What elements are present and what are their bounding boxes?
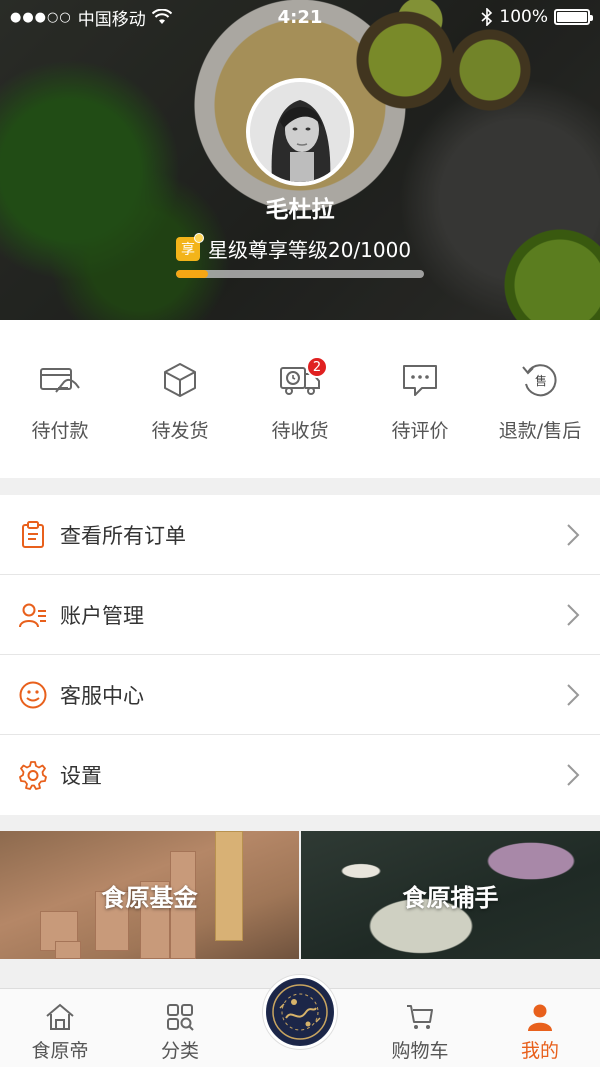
menu-label: 设置 — [60, 764, 102, 788]
cart-icon — [407, 1005, 433, 1029]
banner-hunter[interactable]: 食原捕手 — [301, 831, 600, 959]
order-pending-receipt[interactable]: 2 待收货 — [240, 320, 360, 478]
center-logo-icon — [267, 979, 333, 1045]
avatar[interactable] — [246, 78, 354, 186]
chevron-right-icon — [567, 764, 580, 786]
signal-icon: ●●●○○ — [10, 9, 72, 25]
unread-count-badge: 2 — [306, 356, 328, 378]
order-pending-review[interactable]: 待评价 — [360, 320, 480, 478]
order-shortcuts: 待付款 待发货 2 待收货 待评价 售 退款/售后 — [0, 320, 600, 478]
member-level[interactable]: 享 星级尊享等级20/1000 — [176, 232, 412, 263]
comment-bubble-icon — [403, 365, 437, 396]
after-sale-icon: 售 — [522, 364, 557, 397]
banner-title: 食原捕手 — [402, 883, 499, 912]
clipboard-icon — [22, 520, 44, 548]
bluetooth-icon — [481, 8, 493, 26]
chevron-right-icon — [567, 524, 580, 546]
order-after-sale[interactable]: 售 退款/售后 — [480, 320, 600, 478]
account-user-icon — [19, 603, 46, 627]
gear-icon — [19, 761, 47, 790]
order-label: 待付款 — [31, 420, 89, 442]
menu-account-management[interactable]: 账户管理 — [0, 575, 600, 655]
bottom-tab-bar: 食原帝 分类 购物车 我的 — [0, 975, 600, 1067]
center-logo-button[interactable] — [263, 975, 337, 1049]
level-badge-icon: 享 — [176, 232, 204, 261]
card-payment-icon — [40, 368, 80, 393]
tab-home[interactable]: 食原帝 — [0, 989, 120, 1067]
profile-header: ●●●○○ 中国移动 4:21 100% 毛杜拉 享 星级尊享等级20/1000 — [0, 0, 600, 320]
level-progress-bar — [176, 270, 424, 278]
battery-percent: 100% — [499, 7, 548, 27]
order-label: 待收货 — [271, 420, 329, 442]
profile-person-icon — [528, 1004, 552, 1031]
menu-settings[interactable]: 设置 — [0, 735, 600, 815]
wifi-icon — [151, 9, 172, 24]
menu-customer-service[interactable]: 客服中心 — [0, 655, 600, 735]
order-label: 待评价 — [391, 420, 449, 442]
order-label: 退款/售后 — [498, 420, 582, 442]
home-icon — [46, 1003, 74, 1030]
menu-label: 客服中心 — [60, 683, 144, 708]
status-right: 100% — [481, 7, 593, 27]
category-grid-icon — [167, 1004, 194, 1031]
banner-title: 食原基金 — [101, 883, 198, 912]
package-box-icon — [164, 363, 196, 397]
tab-cart[interactable]: 购物车 — [360, 989, 480, 1067]
tab-center — [240, 975, 360, 1067]
order-pending-shipment[interactable]: 待发货 — [120, 320, 240, 478]
status-bar: ●●●○○ 中国移动 4:21 100% — [0, 0, 600, 34]
banner-fund[interactable]: 食原基金 — [0, 831, 299, 959]
settings-menu: 查看所有订单 账户管理 客服中心 设置 — [0, 495, 600, 815]
chevron-right-icon — [567, 604, 580, 626]
tab-category[interactable]: 分类 — [120, 989, 240, 1067]
level-progress-fill — [176, 270, 209, 278]
tab-label: 购物车 — [391, 1040, 449, 1062]
menu-all-orders[interactable]: 查看所有订单 — [0, 495, 600, 575]
menu-label: 账户管理 — [60, 603, 144, 628]
promo-banners: 食原基金 食原捕手 — [0, 831, 600, 959]
order-label: 待发货 — [151, 420, 209, 442]
smiley-service-icon — [19, 681, 47, 708]
order-pending-payment[interactable]: 待付款 — [0, 320, 120, 478]
menu-label: 查看所有订单 — [60, 523, 186, 548]
tab-profile[interactable]: 我的 — [480, 989, 600, 1067]
status-left: ●●●○○ 中国移动 — [10, 5, 172, 30]
tab-label: 食原帝 — [31, 1040, 89, 1062]
battery-icon — [554, 9, 593, 25]
chevron-right-icon — [567, 684, 580, 706]
tab-label: 分类 — [160, 1040, 199, 1062]
tab-label: 我的 — [520, 1040, 559, 1062]
user-name: 毛杜拉 — [265, 197, 335, 223]
level-text: 星级尊享等级20/1000 — [208, 238, 412, 262]
carrier-label: 中国移动 — [77, 9, 146, 30]
profile-screen: ●●●○○ 中国移动 4:21 100% 毛杜拉 享 星级尊享等级20/1000… — [0, 0, 600, 1067]
avatar-portrait-image — [250, 82, 350, 182]
after-sale-icon-text: 售 — [535, 373, 547, 388]
